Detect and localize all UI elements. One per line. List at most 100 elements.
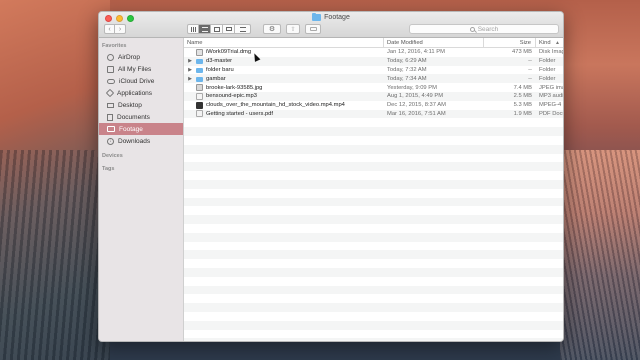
empty-row (184, 189, 563, 198)
file-name: clouds_over_the_mountain_hd_stock_video.… (206, 102, 345, 109)
sidebar-header-tags: Tags (102, 166, 115, 172)
empty-row (184, 267, 563, 277)
sidebar-item-airdrop[interactable]: AirDrop (99, 51, 183, 63)
file-name: Getting started - users.pdf (206, 110, 274, 117)
file-name: gambar (206, 75, 226, 82)
empty-row (184, 224, 563, 233)
size-cell: 473 MB (512, 49, 532, 56)
sidebar-item-label: Applications (117, 89, 153, 97)
empty-row (184, 118, 563, 127)
disclosure-triangle-icon[interactable]: ▶ (187, 76, 193, 82)
sidebar-item-all-my-files[interactable]: All My Files (99, 63, 183, 75)
empty-row (184, 285, 563, 295)
table-row[interactable]: ▶ folder baru Today, 7:32 AM -- Folder (184, 66, 563, 75)
icon-view-button[interactable] (187, 24, 199, 34)
table-row[interactable]: iWork09Trial.dmg Jan 12, 2016, 4:11 PM 473… (184, 48, 563, 57)
sidebar-item-applications[interactable]: Applications (99, 87, 183, 99)
tags-button[interactable] (305, 24, 321, 34)
kind-cell: Folder (539, 58, 556, 65)
applications-icon (105, 88, 115, 98)
empty-row (184, 303, 563, 312)
empty-row (184, 144, 563, 154)
sidebar-item-desktop[interactable]: Desktop (99, 99, 183, 111)
list-view-button[interactable] (199, 24, 211, 34)
cover-flow-button[interactable] (223, 24, 235, 34)
kind-cell: JPEG image (539, 84, 563, 91)
column-header-label: Date Modified (387, 39, 423, 46)
forward-button[interactable]: › (115, 24, 126, 34)
column-header-kind[interactable]: Kind ▲ (536, 38, 563, 48)
finder-window: Footage ‹ › ⚙ ⇧ Search Favorites AirDrop… (98, 11, 564, 342)
sidebar-item-label: iCloud Drive (119, 77, 155, 85)
cover-flow-icon (225, 27, 232, 31)
table-row[interactable]: ▶ gambar Today, 7:34 AM -- Folder (184, 74, 563, 84)
empty-row (184, 312, 563, 321)
folder-icon (196, 76, 203, 82)
column-header-size[interactable]: Size (484, 37, 536, 48)
name-cell: brooke-lark-93585.jpg (184, 83, 384, 92)
mp4-file-icon (196, 101, 203, 109)
name-cell: clouds_over_the_mountain_hd_stock_video.… (184, 101, 384, 110)
empty-row (184, 320, 563, 330)
name-cell: ▶ folder baru (184, 66, 384, 75)
sidebar: Favorites AirDrop All My Files iCloud Dr… (99, 38, 184, 341)
date-cell: Jan 12, 2016, 4:11 PM (387, 49, 445, 56)
empty-row (184, 171, 563, 180)
pdf-file-icon (196, 110, 203, 118)
title-bar: Footage ‹ › ⚙ ⇧ Search (99, 12, 563, 38)
size-cell: -- (528, 75, 532, 82)
tag-icon (309, 27, 317, 31)
back-button[interactable]: ‹ (104, 24, 115, 34)
search-placeholder: Search (477, 25, 499, 33)
gear-icon: ⚙ (268, 26, 276, 33)
folder-icon (107, 126, 115, 132)
toolbar: ‹ › ⚙ ⇧ Search (99, 24, 563, 36)
empty-row (184, 330, 563, 339)
share-icon: ⇧ (290, 26, 296, 33)
search-input[interactable]: Search (409, 24, 559, 34)
table-row[interactable]: bensound-epic.mp3 Aug 1, 2015, 4:49 PM 2.5… (184, 91, 563, 101)
file-list: Name Date Modified Size Kind ▲ iWork09Tri… (184, 37, 563, 341)
grid-icon (190, 26, 196, 32)
jpg-file-icon (196, 84, 203, 92)
column-header-label: Name (187, 39, 203, 46)
share-button[interactable]: ⇧ (286, 24, 300, 34)
file-name: iWork09Trial.dmg (206, 49, 252, 56)
file-rows: iWork09Trial.dmg Jan 12, 2016, 4:11 PM 473… (184, 48, 563, 341)
sidebar-item-downloads[interactable]: ↓ Downloads (99, 135, 183, 147)
empty-row (184, 242, 563, 251)
date-cell: Today, 6:29 AM (387, 58, 427, 65)
table-row[interactable]: Getting started - users.pdf Mar 16, 2016,… (184, 109, 563, 119)
all-files-icon (107, 65, 114, 73)
columns-icon (213, 26, 220, 32)
column-header-row: Name Date Modified Size Kind ▲ (184, 37, 563, 48)
action-button[interactable]: ⚙ (263, 24, 281, 34)
column-header-name[interactable]: Name (184, 37, 384, 48)
cloud-icon (107, 78, 115, 84)
arrange-icon (239, 26, 246, 32)
column-view-button[interactable] (211, 24, 223, 34)
empty-row (184, 338, 563, 341)
disclosure-triangle-icon[interactable]: ▶ (187, 58, 193, 64)
table-row[interactable]: ▶ d3-master Today, 6:29 AM -- Folder (184, 56, 563, 66)
disclosure-triangle-icon[interactable]: ▶ (187, 67, 193, 73)
size-cell: 5.3 MB (513, 102, 532, 109)
arrange-button[interactable] (235, 24, 251, 34)
table-row[interactable]: clouds_over_the_mountain_hd_stock_video.… (184, 101, 563, 110)
sidebar-item-documents[interactable]: Documents (99, 111, 183, 123)
folder-icon (196, 59, 203, 65)
column-header-label: Kind (539, 39, 551, 46)
folder-icon (312, 12, 322, 21)
column-header-date[interactable]: Date Modified (384, 37, 484, 48)
kind-cell: MPEG-4 movie (539, 102, 563, 109)
downloads-icon: ↓ (107, 137, 114, 145)
sidebar-item-icloud-drive[interactable]: iCloud Drive (99, 75, 183, 87)
folder-icon (196, 67, 203, 73)
file-name: d3-master (206, 58, 233, 65)
sidebar-item-footage[interactable]: Footage (99, 123, 183, 135)
name-cell: ▶ gambar (184, 74, 384, 83)
kind-cell: Folder (539, 75, 556, 82)
table-row[interactable]: brooke-lark-93585.jpg Yesterday, 9:09 PM 7… (184, 83, 563, 92)
empty-row (184, 277, 563, 286)
mp3-file-icon (196, 92, 203, 100)
